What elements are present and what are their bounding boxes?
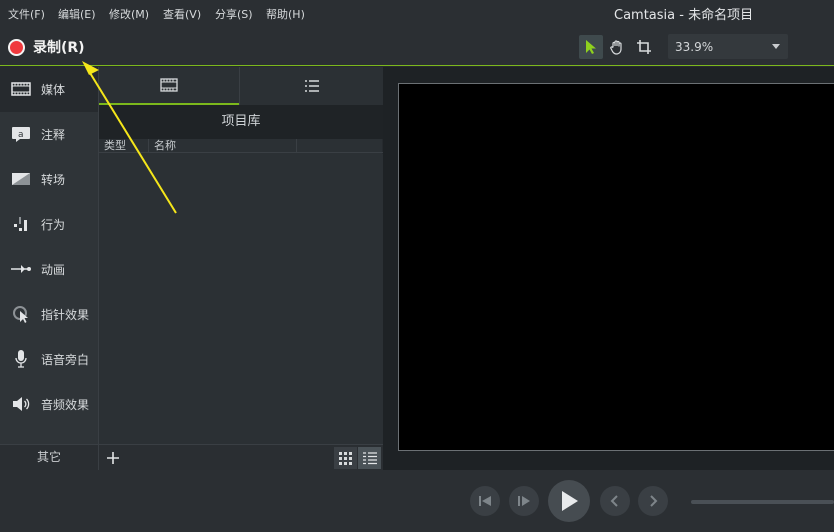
sidebar-item-label: 动画 <box>41 263 66 277</box>
select-tool-button[interactable] <box>579 35 603 59</box>
menu-modify[interactable]: 修改(M) <box>109 6 149 22</box>
step-icon <box>518 496 530 506</box>
sidebar-item-label: 行为 <box>41 218 66 232</box>
sidebar-item-label: 音频效果 <box>41 398 90 412</box>
zoom-dropdown[interactable]: 33.9% <box>668 34 788 59</box>
sidebar-item-label: 指针效果 <box>41 308 90 322</box>
sidebar-item-label: 注释 <box>41 128 66 142</box>
grid-view-button[interactable] <box>334 447 357 469</box>
play-icon <box>562 491 578 511</box>
column-name[interactable]: 名称 <box>149 139 297 153</box>
svg-text:a: a <box>18 130 24 140</box>
add-media-button[interactable] <box>101 446 125 470</box>
chevron-right-icon <box>650 495 658 507</box>
menu-bar: 文件(F) 编辑(E) 修改(M) 查看(V) 分享(S) 帮助(H) Camt… <box>0 0 834 26</box>
zoom-value: 33.9% <box>675 40 714 54</box>
bin-list-area[interactable] <box>99 154 383 444</box>
tab-media-bin[interactable] <box>99 67 239 105</box>
animation-icon <box>10 259 32 279</box>
list-view-button[interactable] <box>358 447 381 469</box>
sidebar-item-label: 媒体 <box>41 83 66 97</box>
pan-icon <box>610 40 622 55</box>
sidebar-more-button[interactable]: 其它 <box>0 444 98 470</box>
film-icon <box>160 78 178 92</box>
tab-library[interactable] <box>239 67 383 105</box>
bin-tabs <box>99 67 383 105</box>
previous-button[interactable] <box>470 486 500 516</box>
bin-column-headers: 类型 名称 <box>99 139 383 153</box>
plus-icon <box>107 452 119 464</box>
sidebar-item-behaviors[interactable]: 行为 <box>0 202 98 247</box>
record-icon <box>8 38 25 56</box>
annotation-icon: a <box>10 124 32 144</box>
playback-progress-track[interactable] <box>691 500 834 504</box>
sidebar-item-animations[interactable]: 动画 <box>0 247 98 292</box>
pan-tool-button[interactable] <box>605 35 629 59</box>
sidebar-item-voice-narration[interactable]: 语音旁白 <box>0 337 98 382</box>
preview-canvas[interactable] <box>398 83 834 451</box>
bin-footer <box>99 444 383 470</box>
behavior-icon <box>10 214 32 234</box>
record-button[interactable]: 录制(R) <box>8 37 85 57</box>
playback-controls <box>0 470 834 532</box>
grid-icon <box>339 451 352 465</box>
list-icon <box>304 80 319 92</box>
crop-tool-button[interactable] <box>632 35 656 59</box>
menu-edit[interactable]: 编辑(E) <box>58 6 96 22</box>
film-icon <box>10 79 32 99</box>
skip-back-icon <box>479 496 491 506</box>
play-button[interactable] <box>548 480 590 522</box>
cursor-effect-icon <box>10 304 32 324</box>
sidebar-item-audio-effects[interactable]: 音频效果 <box>0 382 98 427</box>
previous-frame-button[interactable] <box>600 486 630 516</box>
sidebar-item-label: 转场 <box>41 173 66 187</box>
step-button[interactable] <box>509 486 539 516</box>
sidebar-item-transitions[interactable]: 转场 <box>0 157 98 202</box>
microphone-icon <box>10 349 32 369</box>
next-frame-button[interactable] <box>638 486 668 516</box>
menu-view[interactable]: 查看(V) <box>163 6 201 22</box>
bin-title: 项目库 <box>99 105 383 139</box>
window-title: Camtasia - 未命名项目 <box>614 8 754 23</box>
list-icon <box>362 451 377 464</box>
sidebar-item-label: 语音旁白 <box>41 353 90 367</box>
preview-area <box>383 67 834 470</box>
menu-file[interactable]: 文件(F) <box>8 6 45 22</box>
speaker-icon <box>10 394 32 414</box>
tools-sidebar: 媒体 a 注释 转场 行为 动画 指针效果 语音旁白 音频效果 其它 <box>0 67 98 470</box>
record-label: 录制(R) <box>33 40 85 56</box>
menu-share[interactable]: 分享(S) <box>215 6 253 22</box>
sidebar-item-media[interactable]: 媒体 <box>0 67 98 112</box>
sidebar-item-annotations[interactable]: a 注释 <box>0 112 98 157</box>
toolbar: 录制(R) 33.9% <box>0 26 834 66</box>
crop-icon <box>637 40 651 54</box>
select-icon <box>586 40 596 54</box>
chevron-left-icon <box>610 495 618 507</box>
transition-icon <box>10 169 32 189</box>
media-bin-panel: 项目库 类型 名称 <box>98 67 383 470</box>
column-type[interactable]: 类型 <box>99 139 149 153</box>
menu-help[interactable]: 帮助(H) <box>266 6 305 22</box>
sidebar-item-cursor-effects[interactable]: 指针效果 <box>0 292 98 337</box>
chevron-down-icon <box>772 44 780 49</box>
